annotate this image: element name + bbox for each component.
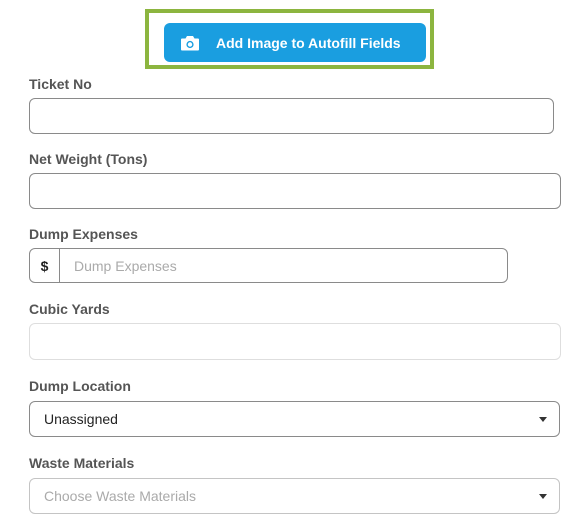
waste-materials-label: Waste Materials — [29, 455, 135, 471]
camera-icon — [180, 34, 200, 52]
dump-expenses-label: Dump Expenses — [29, 226, 138, 242]
waste-materials-placeholder: Choose Waste Materials — [44, 488, 196, 504]
ticket-no-input[interactable] — [29, 98, 554, 134]
dump-expenses-input[interactable]: $ Dump Expenses — [29, 248, 508, 283]
chevron-down-icon — [539, 493, 547, 499]
add-image-autofill-label: Add Image to Autofill Fields — [216, 34, 401, 51]
dump-expenses-placeholder: Dump Expenses — [74, 257, 177, 274]
net-weight-input[interactable] — [29, 173, 561, 209]
net-weight-value — [30, 174, 560, 208]
ticket-no-label: Ticket No — [29, 76, 92, 92]
dump-location-label: Dump Location — [29, 378, 131, 394]
ticket-no-value — [30, 99, 553, 133]
net-weight-label: Net Weight (Tons) — [29, 151, 148, 167]
cubic-yards-input[interactable] — [29, 323, 561, 360]
chevron-down-icon — [539, 416, 547, 422]
add-image-autofill-button[interactable]: Add Image to Autofill Fields — [164, 23, 426, 62]
cubic-yards-value — [30, 324, 560, 359]
dump-location-select[interactable]: Unassigned — [29, 401, 560, 437]
dump-location-value: Unassigned — [44, 411, 118, 427]
cubic-yards-label: Cubic Yards — [29, 301, 110, 317]
currency-prefix: $ — [30, 249, 60, 282]
waste-materials-select[interactable]: Choose Waste Materials — [29, 478, 560, 514]
